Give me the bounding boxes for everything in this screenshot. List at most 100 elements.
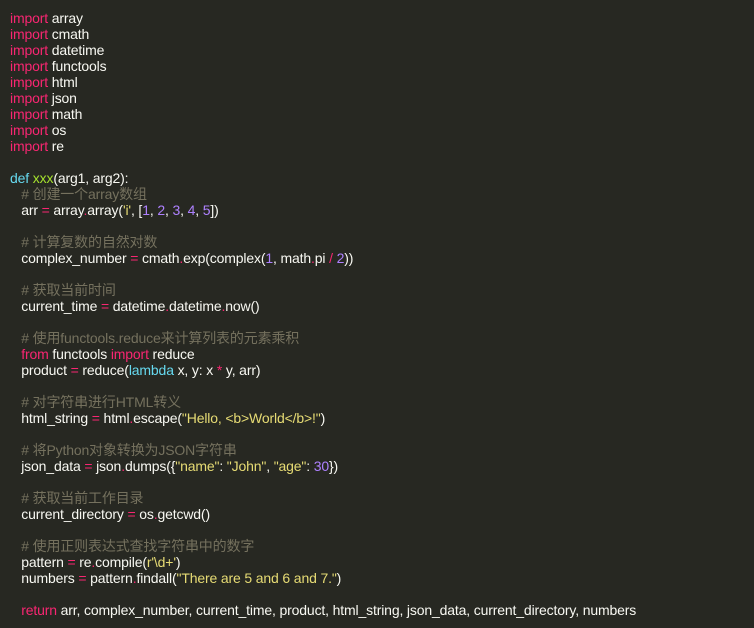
code-line[interactable]: def xxx(arg1, arg2): <box>10 170 754 186</box>
code-line[interactable]: import cmath <box>10 26 754 42</box>
code-token: json_data <box>10 458 85 474</box>
code-token: math <box>48 106 83 122</box>
code-line[interactable]: import math <box>10 106 754 122</box>
code-token: "name" <box>175 458 220 474</box>
code-line[interactable]: # 获取当前时间 <box>10 282 754 298</box>
code-line[interactable]: json_data = json.dumps({"name": "John", … <box>10 458 754 474</box>
code-token: import <box>10 58 48 74</box>
code-token: , <box>266 458 274 474</box>
code-editor[interactable]: import array import cmath import datetime i… <box>0 0 754 628</box>
code-token: return <box>21 602 57 618</box>
code-token: # 计算复数的自然对数 <box>21 234 158 250</box>
code-line[interactable]: current_directory = os.getcwd() <box>10 506 754 522</box>
code-token: 'i' <box>122 202 131 218</box>
code-token: current_directory <box>10 506 128 522</box>
code-line[interactable]: # 获取当前工作目录 <box>10 490 754 506</box>
code-token: import <box>10 42 48 58</box>
code-line[interactable]: complex_number = cmath.exp(complex(1, ma… <box>10 250 754 266</box>
code-token: array( <box>87 202 123 218</box>
code-token: x, y: x <box>173 362 217 378</box>
code-token: = <box>70 362 79 378</box>
code-token: 3 <box>172 202 181 218</box>
code-token: 2 <box>157 202 165 218</box>
code-line[interactable] <box>10 426 754 442</box>
code-token: xxx <box>32 170 54 186</box>
code-token: datetime <box>169 298 222 314</box>
code-token: 1 <box>265 250 274 266</box>
code-line[interactable]: # 使用正则表达式查找字符串中的数字 <box>10 538 754 554</box>
code-line[interactable]: import os <box>10 122 754 138</box>
code-token: cmath <box>48 26 90 42</box>
code-line[interactable]: # 创建一个array数组 <box>10 186 754 202</box>
code-token: = <box>67 554 76 570</box>
code-token: = <box>91 410 100 426</box>
code-token: array <box>49 202 84 218</box>
code-line[interactable]: import array <box>10 10 754 26</box>
code-token: lambda <box>128 362 174 378</box>
code-line[interactable] <box>10 266 754 282</box>
code-token: def <box>10 170 30 186</box>
code-token: ) <box>320 410 326 426</box>
code-token: re <box>75 554 92 570</box>
code-token: findall( <box>136 570 177 586</box>
code-token: import <box>110 346 149 362</box>
code-token: "Hello, <b>World</b>!" <box>181 410 321 426</box>
code-token: json <box>92 458 122 474</box>
code-token: getcwd() <box>157 506 210 522</box>
code-line[interactable]: product = reduce(lambda x, y: x * y, arr… <box>10 362 754 378</box>
code-token: arr, complex_number, current_time, produ… <box>56 602 637 618</box>
code-line[interactable]: pattern = re.compile(r'\d+') <box>10 554 754 570</box>
code-line[interactable]: arr = array.array('i', [1, 2, 3, 4, 5]) <box>10 202 754 218</box>
code-token: reduce( <box>78 362 129 378</box>
code-token: : <box>219 458 227 474</box>
code-token: pattern <box>86 570 133 586</box>
code-line[interactable] <box>10 474 754 490</box>
code-line[interactable] <box>10 218 754 234</box>
code-token: (arg1, arg2): <box>53 170 129 186</box>
code-line[interactable]: import datetime <box>10 42 754 58</box>
code-token: datetime <box>109 298 166 314</box>
code-line[interactable]: # 将Python对象转换为JSON字符串 <box>10 442 754 458</box>
code-line[interactable]: import re <box>10 138 754 154</box>
code-line[interactable]: html_string = html.escape("Hello, <b>Wor… <box>10 410 754 426</box>
code-token: product <box>10 362 71 378</box>
code-token: from <box>21 346 49 362</box>
code-line[interactable]: return arr, complex_number, current_time… <box>10 602 754 618</box>
code-line[interactable]: import html <box>10 74 754 90</box>
code-line[interactable]: current_time = datetime.datetime.now() <box>10 298 754 314</box>
code-line[interactable]: # 计算复数的自然对数 <box>10 234 754 250</box>
code-line[interactable]: # 使用functools.reduce来计算列表的元素乘积 <box>10 330 754 346</box>
code-line[interactable]: import functools <box>10 58 754 74</box>
code-token: datetime <box>48 42 105 58</box>
code-token: , <box>180 202 188 218</box>
code-token: "age" <box>273 458 307 474</box>
code-token: os <box>135 506 154 522</box>
code-token: import <box>10 122 48 138</box>
code-token: r'\d+' <box>146 554 176 570</box>
code-line[interactable] <box>10 522 754 538</box>
code-token: os <box>48 122 67 138</box>
code-line[interactable] <box>10 154 754 170</box>
code-token: import <box>10 26 48 42</box>
code-token: html <box>99 410 130 426</box>
code-token: functools <box>48 58 107 74</box>
code-line[interactable]: numbers = pattern.findall("There are 5 a… <box>10 570 754 586</box>
code-token: "John" <box>226 458 267 474</box>
code-line[interactable]: from functools import reduce <box>10 346 754 362</box>
code-line[interactable]: import json <box>10 90 754 106</box>
code-token: # 创建一个array数组 <box>21 186 147 202</box>
code-token: exp(complex( <box>183 250 266 266</box>
code-line[interactable] <box>10 378 754 394</box>
code-token: dumps({ <box>124 458 176 474</box>
code-line[interactable]: # 对字符串进行HTML转义 <box>10 394 754 410</box>
code-token: reduce <box>148 346 195 362</box>
code-token: = <box>100 298 109 314</box>
code-token: # 使用functools.reduce来计算列表的元素乘积 <box>21 330 300 346</box>
code-token: # 使用正则表达式查找字符串中的数字 <box>21 538 255 554</box>
code-token: compile( <box>95 554 147 570</box>
code-line[interactable] <box>10 586 754 602</box>
code-line[interactable] <box>10 314 754 330</box>
